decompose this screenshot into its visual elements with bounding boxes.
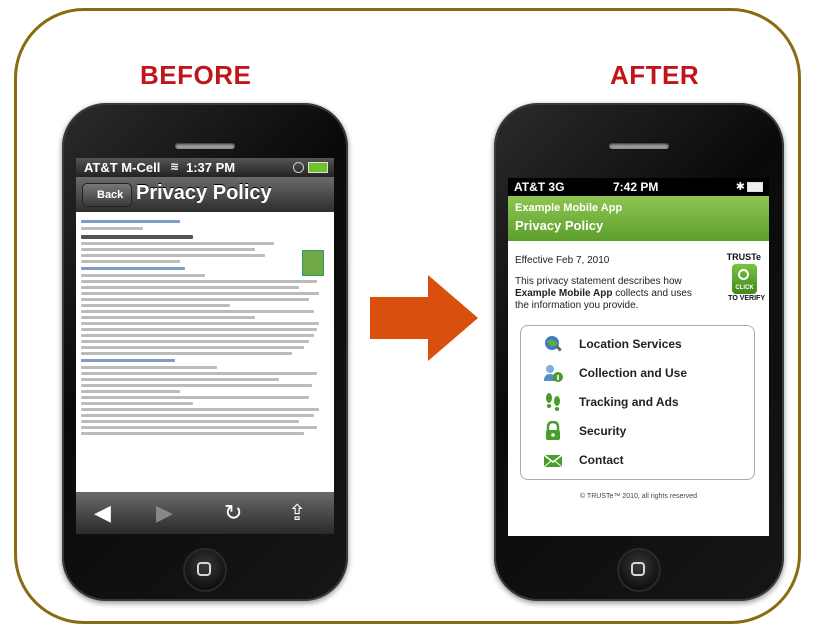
menu-item-collection-and-use[interactable]: Collection and Use xyxy=(521,360,754,389)
page-title: Privacy Policy xyxy=(136,182,272,204)
menu-item-label: Security xyxy=(579,424,627,438)
rotation-lock-icon xyxy=(293,162,304,173)
clock-label: 7:42 PM xyxy=(613,180,659,194)
before-phone: AT&T M-Cell ≋ 1:37 PM Back Privacy Polic… xyxy=(62,103,348,601)
page-title: Privacy Policy xyxy=(515,218,604,233)
status-bar: AT&T M-Cell ≋ 1:37 PM xyxy=(76,158,334,177)
after-heading: AFTER xyxy=(610,60,700,90)
before-screen: AT&T M-Cell ≋ 1:37 PM Back Privacy Polic… xyxy=(76,158,334,534)
back-arrow-icon[interactable]: ◀ xyxy=(94,500,111,526)
bluetooth-icon: ✱ xyxy=(735,181,745,193)
location-search-icon xyxy=(545,336,562,352)
user-info-icon xyxy=(544,365,563,382)
menu-item-contact[interactable]: Contact xyxy=(521,447,754,476)
footprints-icon xyxy=(546,393,560,411)
menu-item-location-services[interactable]: Location Services xyxy=(521,331,754,360)
wifi-icon: ≋ xyxy=(170,161,180,173)
menu-item-security[interactable]: Security xyxy=(521,418,754,447)
app-name: Example Mobile App xyxy=(515,202,623,214)
effective-date: Effective Feb 7, 2010 xyxy=(515,255,610,266)
menu-item-label: Contact xyxy=(579,453,624,467)
copyright: © TRUSTe™ 2010, all rights reserved xyxy=(579,493,698,500)
menu-item-label: Collection and Use xyxy=(579,366,688,380)
policy-menu: Location Services Collection and Use Tra… xyxy=(520,325,755,480)
home-button[interactable] xyxy=(617,548,661,592)
before-heading: BEFORE xyxy=(140,60,252,90)
clock-label: 1:37 PM xyxy=(186,160,236,175)
after-phone: AT&T 3G 7:42 PM ✱ Example Mobile App Pri… xyxy=(494,103,784,601)
arrow-right-icon xyxy=(370,275,478,361)
policy-summary: This privacy statement describes how Exa… xyxy=(515,276,692,311)
carrier-label: AT&T M-Cell xyxy=(84,160,161,175)
policy-document[interactable] xyxy=(76,212,334,492)
app-header: Example Mobile App Privacy Policy xyxy=(508,196,769,241)
truste-label: TRUSTe xyxy=(726,252,761,262)
battery-icon xyxy=(308,162,328,173)
lock-icon xyxy=(546,421,560,440)
carrier-label: AT&T 3G xyxy=(514,180,565,194)
truste-seal-icon[interactable]: CLICK xyxy=(732,264,757,294)
truste-verify-label: TO VERIFY xyxy=(728,295,765,302)
back-button[interactable]: Back xyxy=(82,183,133,207)
share-icon[interactable]: ⇪ xyxy=(288,500,306,526)
home-button[interactable] xyxy=(183,548,227,592)
truste-click-label: CLICK xyxy=(735,285,754,291)
status-bar: AT&T 3G 7:42 PM ✱ xyxy=(508,178,769,196)
menu-item-tracking-and-ads[interactable]: Tracking and Ads xyxy=(521,389,754,418)
battery-icon xyxy=(747,182,763,192)
speaker xyxy=(609,143,669,149)
forward-arrow-icon[interactable]: ▶ xyxy=(156,500,173,526)
after-screen: AT&T 3G 7:42 PM ✱ Example Mobile App Pri… xyxy=(508,178,769,536)
browser-toolbar: ◀ ▶ ↻ ⇪ xyxy=(76,492,334,534)
reload-icon[interactable]: ↻ xyxy=(224,500,242,526)
menu-item-label: Tracking and Ads xyxy=(579,395,679,409)
menu-item-label: Location Services xyxy=(579,337,682,351)
envelope-icon xyxy=(543,454,563,468)
nav-bar: Back Privacy Policy xyxy=(76,177,334,212)
speaker xyxy=(175,143,235,149)
truste-seal-icon xyxy=(302,250,324,276)
